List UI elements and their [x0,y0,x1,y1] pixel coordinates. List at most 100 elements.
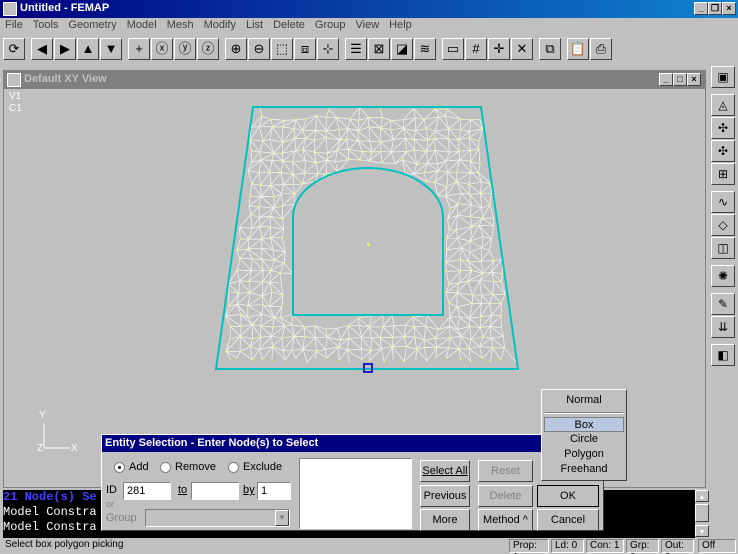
layers-icon[interactable]: ≋ [414,38,436,60]
maximize-button[interactable]: ❐ [708,2,722,15]
print-icon[interactable]: ⎙ [590,38,612,60]
view-maximize-button[interactable]: □ [673,73,687,86]
method-item-freehand[interactable]: Freehand [544,462,624,477]
load-icon[interactable]: ⊞ [711,163,735,185]
cancel-button[interactable]: Cancel [537,509,599,531]
save-icon[interactable]: ▣ [711,66,735,88]
method-popup-menu: Normal Box Circle Polygon Freehand [541,389,627,481]
rotate-icon[interactable]: ⟳ [3,38,25,60]
scroll-down-icon[interactable]: ▼ [695,525,709,537]
to-field[interactable] [191,482,239,500]
menu-group[interactable]: Group [310,18,351,34]
previous-button[interactable]: Previous [420,485,470,507]
scroll-up-icon[interactable]: ▲ [695,490,709,502]
window-tile-icon[interactable]: ◧ [711,344,735,366]
method-item-polygon[interactable]: Polygon [544,447,624,462]
method-item-normal[interactable]: Normal [544,393,624,408]
zoom-box-icon[interactable]: ⬚ [271,38,293,60]
pan-up-icon[interactable]: ▲ [77,38,99,60]
id-field[interactable]: 281 [123,482,171,500]
radio-exclude[interactable]: Exclude [228,461,282,473]
center-point [367,243,370,246]
selection-listbox[interactable] [299,458,412,529]
rotate-z-icon[interactable]: ⓩ [197,38,219,60]
id-label: ID [106,484,117,496]
by-label: by [243,484,255,496]
group-dropdown-icon: ▼ [275,510,289,526]
copy-icon[interactable]: ⧉ [539,38,561,60]
solid-icon[interactable]: ◪ [391,38,413,60]
autoscale-icon[interactable]: ⧈ [294,38,316,60]
menu-modify[interactable]: Modify [199,18,241,34]
status-bar: Select box polygon picking Prop: 1 Ld: 0… [0,538,738,554]
menu-list[interactable]: List [241,18,268,34]
ok-button[interactable]: OK [537,485,599,507]
arrow-down-icon[interactable]: ⇊ [711,316,735,338]
workplane-icon[interactable]: ✛ [488,38,510,60]
right-toolbar: ▣ ◬ ✣ ✣ ⊞ ∿ ◇ ◫ ✺ ✎ ⇊ ◧ [709,66,738,366]
zoom-out-icon[interactable]: ⊖ [248,38,270,60]
status-text: Select box polygon picking [5,539,124,550]
select-all-button[interactable]: Select All [420,460,470,482]
app-title-bar: Untitled - FEMAP _ ❐ × [0,0,738,18]
messages-scrollbar[interactable]: ▲ ▼ [695,490,709,538]
dialog-title: Entity Selection - Enter Node(s) to Sele… [102,435,603,452]
volume-icon[interactable]: ◫ [711,237,735,259]
axis-label-x: X [71,443,78,454]
status-load: Ld: 0 [551,539,584,553]
constraint-icon[interactable]: ✣ [711,140,735,162]
surface-icon[interactable]: ◇ [711,214,735,236]
radio-add[interactable]: Add [114,461,149,473]
app-title: Untitled - FEMAP [20,2,110,14]
hole-boundary [292,167,444,316]
pan-down-icon[interactable]: ▼ [100,38,122,60]
minimize-button[interactable]: _ [694,2,708,15]
view-minimize-button[interactable]: _ [659,73,673,86]
status-output: Out: 0 [661,539,694,554]
radio-remove[interactable]: Remove [160,461,216,473]
view-close-button[interactable]: × [687,73,701,86]
menu-tools[interactable]: Tools [28,18,64,34]
close-button[interactable]: × [722,2,736,15]
radio-add-circle[interactable] [114,461,125,473]
method-item-circle[interactable]: Circle [544,432,624,447]
axis-label-y: Y [39,410,46,421]
radio-remove-circle[interactable] [160,461,171,473]
clipboard-icon[interactable]: 📋 [567,38,589,60]
hidden-line-icon[interactable]: ⊠ [368,38,390,60]
element-icon[interactable]: ✣ [711,117,735,139]
center-icon[interactable]: + [128,38,150,60]
menu-help[interactable]: Help [384,18,417,34]
pencil-icon[interactable]: ✎ [711,293,735,315]
curve-icon[interactable]: ∿ [711,191,735,213]
more-button[interactable]: More [420,509,470,531]
menu-geometry[interactable]: Geometry [63,18,121,34]
or-label: or [106,499,115,509]
menu-file[interactable]: File [0,18,28,34]
pan-right-icon[interactable]: ▶ [54,38,76,60]
pan-left-icon[interactable]: ◀ [31,38,53,60]
cross-icon[interactable]: ✕ [511,38,533,60]
by-field[interactable]: 1 [257,482,291,500]
scroll-thumb[interactable] [695,504,709,522]
method-item-box[interactable]: Box [544,417,624,432]
method-button[interactable]: Method ^ [478,509,533,531]
rotate-y-icon[interactable]: ⓨ [174,38,196,60]
zoom-in-icon[interactable]: ⊕ [225,38,247,60]
menu-view[interactable]: View [351,18,385,34]
mesh-icon[interactable]: ✺ [711,265,735,287]
view-options-icon[interactable]: ☰ [345,38,367,60]
status-constraint: Con: 1 [586,539,624,553]
menu-divider [545,412,623,414]
menu-bar: File Tools Geometry Model Mesh Modify Li… [0,18,738,34]
grid-icon[interactable]: # [465,38,487,60]
node-icon[interactable]: ◬ [711,94,735,116]
radio-exclude-circle[interactable] [228,461,239,473]
menu-model[interactable]: Model [122,18,162,34]
menu-mesh[interactable]: Mesh [162,18,199,34]
window-icon[interactable]: ▭ [442,38,464,60]
magnify-icon[interactable]: ⊹ [317,38,339,60]
view-title-bar: Default XY View _ □ × [4,71,705,89]
rotate-x-icon[interactable]: ⓧ [151,38,173,60]
menu-delete[interactable]: Delete [268,18,310,34]
